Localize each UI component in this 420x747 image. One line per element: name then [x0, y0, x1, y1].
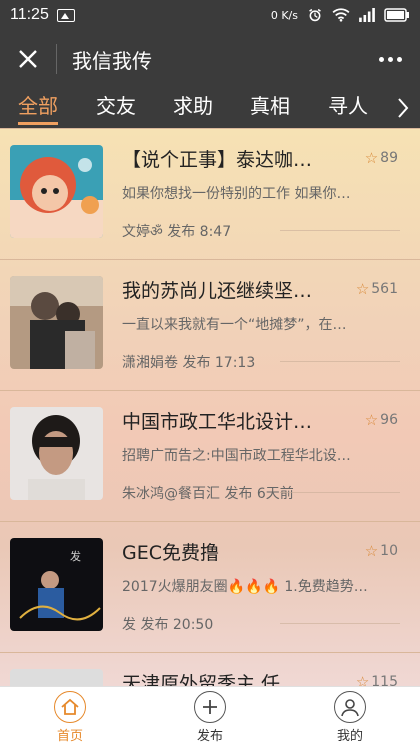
bottom-navigation: 首页 发布 我的 — [0, 686, 420, 747]
close-icon — [19, 50, 37, 68]
user-icon — [334, 690, 366, 723]
post-title: GEC免费撸 — [122, 542, 219, 564]
status-bar: 11:25 0 K/s — [0, 0, 420, 30]
post-card[interactable]: 我的苏尚儿还继续坚… ☆ 561 一直以来我就有一个“地摊梦”，在… 潇湘娟卷 发… — [0, 259, 420, 389]
star-icon: ☆ — [364, 411, 379, 429]
nav-publish-label: 发布 — [196, 728, 223, 744]
wifi-icon — [332, 8, 350, 22]
network-speed: 0 K/s — [270, 8, 298, 22]
post-title: 【说个正事】泰达咖… — [122, 149, 313, 171]
post-meta: 潇湘娟卷 发布 17:13 — [122, 355, 256, 371]
post-stars: ☆ 115 — [356, 673, 398, 686]
nav-mine-label: 我的 — [336, 728, 363, 744]
star-count: 10 — [380, 543, 398, 559]
star-icon: ☆ — [364, 542, 379, 560]
post-thumbnail — [10, 145, 103, 238]
tab-find-people[interactable]: 寻人 — [326, 88, 370, 128]
post-stars: ☆ 89 — [365, 149, 398, 167]
post-title: 中国市政工华北设计… — [122, 411, 313, 433]
category-tabs: 全部 交友 求助 真相 寻人 — [0, 88, 420, 128]
post-description: 2017火爆朋友圈🔥🔥🔥 1.免费趋势… — [122, 579, 368, 595]
battery-icon — [384, 8, 409, 22]
post-meta: 文婷ॐ 发布 8:47 — [122, 224, 232, 240]
more-options-button[interactable] — [360, 30, 420, 88]
more-dot-icon — [396, 56, 402, 62]
tab-all[interactable]: 全部 — [16, 88, 60, 128]
post-thumbnail: 发 — [10, 538, 103, 631]
post-card[interactable]: 发 GEC免费撸 ☆ 10 2017火爆朋友圈🔥🔥🔥 1.免费趋势… 发 发布 2… — [0, 521, 420, 651]
post-meta: 发 发布 20:50 — [122, 617, 214, 633]
nav-mine[interactable]: 我的 — [280, 687, 420, 747]
post-description: 招聘广而告之:中国市政工程华北设… — [122, 448, 351, 464]
star-count: 115 — [371, 674, 398, 686]
chevron-right-icon[interactable] — [396, 96, 410, 120]
post-meta: 朱冰鸿@餐百汇 发布 6天前 — [122, 486, 294, 502]
tab-help[interactable]: 求助 — [171, 88, 215, 128]
plus-icon — [194, 690, 226, 723]
post-thumbnail — [10, 669, 103, 686]
post-title: 天津原外留季主 任… — [122, 673, 300, 686]
star-count: 89 — [380, 150, 398, 166]
post-card[interactable]: 【说个正事】泰达咖… ☆ 89 如果你想找一份特别的工作 如果你… 文婷ॐ 发布 … — [0, 128, 420, 258]
more-dot-icon — [378, 56, 384, 62]
star-count: 96 — [380, 412, 398, 428]
star-count: 561 — [371, 281, 398, 297]
post-feed[interactable]: 【说个正事】泰达咖… ☆ 89 如果你想找一份特别的工作 如果你… 文婷ॐ 发布 … — [0, 128, 420, 686]
title-divider — [56, 44, 57, 74]
home-icon — [54, 690, 86, 723]
post-title: 我的苏尚儿还继续坚… — [122, 280, 313, 302]
signal-icon — [359, 8, 375, 22]
post-thumbnail — [10, 276, 103, 369]
tab-friends[interactable]: 交友 — [94, 88, 138, 128]
star-icon: ☆ — [355, 280, 370, 298]
meta-divider — [280, 361, 400, 362]
alarm-icon — [309, 8, 321, 22]
post-card[interactable]: 天津原外留季主 任… ☆ 115 — [0, 652, 420, 686]
close-button[interactable] — [0, 30, 56, 88]
svg-text:发: 发 — [70, 549, 81, 563]
meta-divider — [280, 623, 400, 624]
post-description: 一直以来我就有一个“地摊梦”，在… — [122, 317, 347, 333]
status-time: 11:25 — [10, 6, 49, 23]
meta-divider — [280, 230, 400, 231]
post-description: 如果你想找一份特别的工作 如果你… — [122, 186, 351, 202]
tab-truth[interactable]: 真相 — [248, 88, 292, 128]
star-icon: ☆ — [355, 673, 370, 686]
post-stars: ☆ 10 — [365, 542, 398, 560]
post-stars: ☆ 561 — [356, 280, 398, 298]
star-icon: ☆ — [364, 149, 379, 167]
post-thumbnail — [10, 407, 103, 500]
status-icons: 0 K/s — [271, 8, 410, 22]
post-stars: ☆ 96 — [365, 411, 398, 429]
nav-publish[interactable]: 发布 — [140, 687, 280, 747]
post-card[interactable]: 中国市政工华北设计… ☆ 96 招聘广而告之:中国市政工程华北设… 朱冰鸿@餐百汇… — [0, 390, 420, 520]
image-notification-icon — [56, 8, 75, 22]
more-dot-icon — [387, 56, 393, 62]
nav-home[interactable]: 首页 — [0, 687, 140, 747]
meta-divider — [280, 492, 400, 493]
nav-home-label: 首页 — [56, 728, 83, 744]
title-bar: 我信我传 — [0, 30, 420, 88]
page-title: 我信我传 — [72, 48, 152, 73]
